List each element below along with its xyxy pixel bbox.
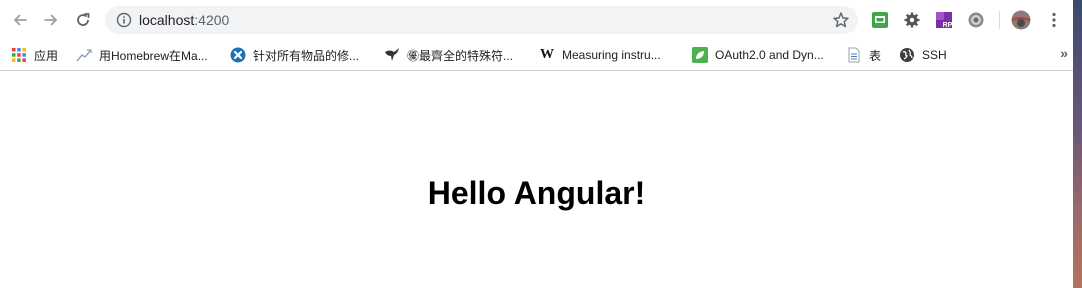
- bookmark-table[interactable]: 表: [846, 45, 881, 65]
- bookmark-label: 用Homebrew在Ma...: [99, 48, 208, 63]
- bookmark-ssh[interactable]: SSH: [899, 45, 947, 65]
- browser-toolbar: localhost:4200 RP: [0, 0, 1073, 40]
- green-leaf-icon: [692, 47, 708, 63]
- address-bar[interactable]: localhost:4200: [105, 6, 858, 34]
- bookmarks-overflow-chevron[interactable]: »: [1060, 45, 1068, 61]
- apps-grid-icon: [11, 47, 27, 63]
- kebab-menu-icon[interactable]: [1045, 11, 1063, 29]
- forward-arrow-icon: [44, 14, 58, 26]
- bookmark-label: 针对所有物品的修...: [253, 48, 360, 63]
- gear-extension-icon[interactable]: [903, 11, 921, 29]
- doc-icon: [846, 47, 862, 63]
- globe-icon: [899, 47, 915, 63]
- back-arrow-icon: [13, 14, 27, 26]
- homebrew-icon: [76, 47, 92, 63]
- bookmark-homebrew[interactable]: 用Homebrew在Ma...: [76, 45, 208, 65]
- reload-icon: [77, 13, 90, 26]
- toolbar-separator: [999, 11, 1000, 29]
- bookmark-label: OAuth2.0 and Dyn...: [715, 48, 824, 62]
- bookmark-label: 应用: [34, 48, 59, 63]
- bookmark-label: SSH: [922, 48, 947, 62]
- url-text[interactable]: localhost:4200: [139, 12, 229, 28]
- bookmark-oauth[interactable]: OAuth2.0 and Dyn...: [692, 45, 824, 65]
- bookmark-special-symbols[interactable]: ㊝最齊全的特殊符...: [384, 45, 513, 65]
- info-icon[interactable]: [116, 12, 132, 28]
- reload-button[interactable]: [71, 8, 95, 32]
- green-extension-icon[interactable]: [871, 11, 889, 29]
- bookmark-apps[interactable]: 应用: [11, 45, 58, 65]
- wikipedia-icon: W: [540, 47, 554, 62]
- page-heading: Hello Angular!: [427, 175, 646, 211]
- desktop-background: [1073, 0, 1082, 288]
- bookmarks-bar: 应用 用Homebrew在Ma... 针对所有物品的修... ㊝最齊全的特殊符.…: [0, 40, 1073, 71]
- forward-button[interactable]: [39, 8, 63, 32]
- bookmark-measuring-instruments[interactable]: W Measuring instru...: [539, 45, 661, 65]
- browser-window: localhost:4200 RP 应用 用Homebrew在Ma... 针对所…: [0, 0, 1082, 288]
- rp-extension-icon[interactable]: RP: [935, 11, 953, 29]
- blue-x-icon: [230, 47, 246, 63]
- page-content: Hello Angular!: [0, 71, 1073, 288]
- back-button[interactable]: [8, 8, 32, 32]
- bookmark-label: ㊝最齊全的特殊符...: [407, 48, 514, 63]
- url-port: :4200: [194, 12, 230, 28]
- svg-text:RP: RP: [943, 22, 953, 29]
- star-icon[interactable]: [832, 11, 850, 29]
- profile-avatar-icon[interactable]: [1011, 10, 1031, 30]
- cog-extension-icon[interactable]: [967, 11, 985, 29]
- bookmark-item-fix[interactable]: 针对所有物品的修...: [230, 45, 359, 65]
- bird-icon: [384, 47, 400, 63]
- bookmark-label: 表: [869, 48, 882, 63]
- bookmark-label: Measuring instru...: [562, 48, 661, 62]
- url-host: localhost: [139, 12, 195, 28]
